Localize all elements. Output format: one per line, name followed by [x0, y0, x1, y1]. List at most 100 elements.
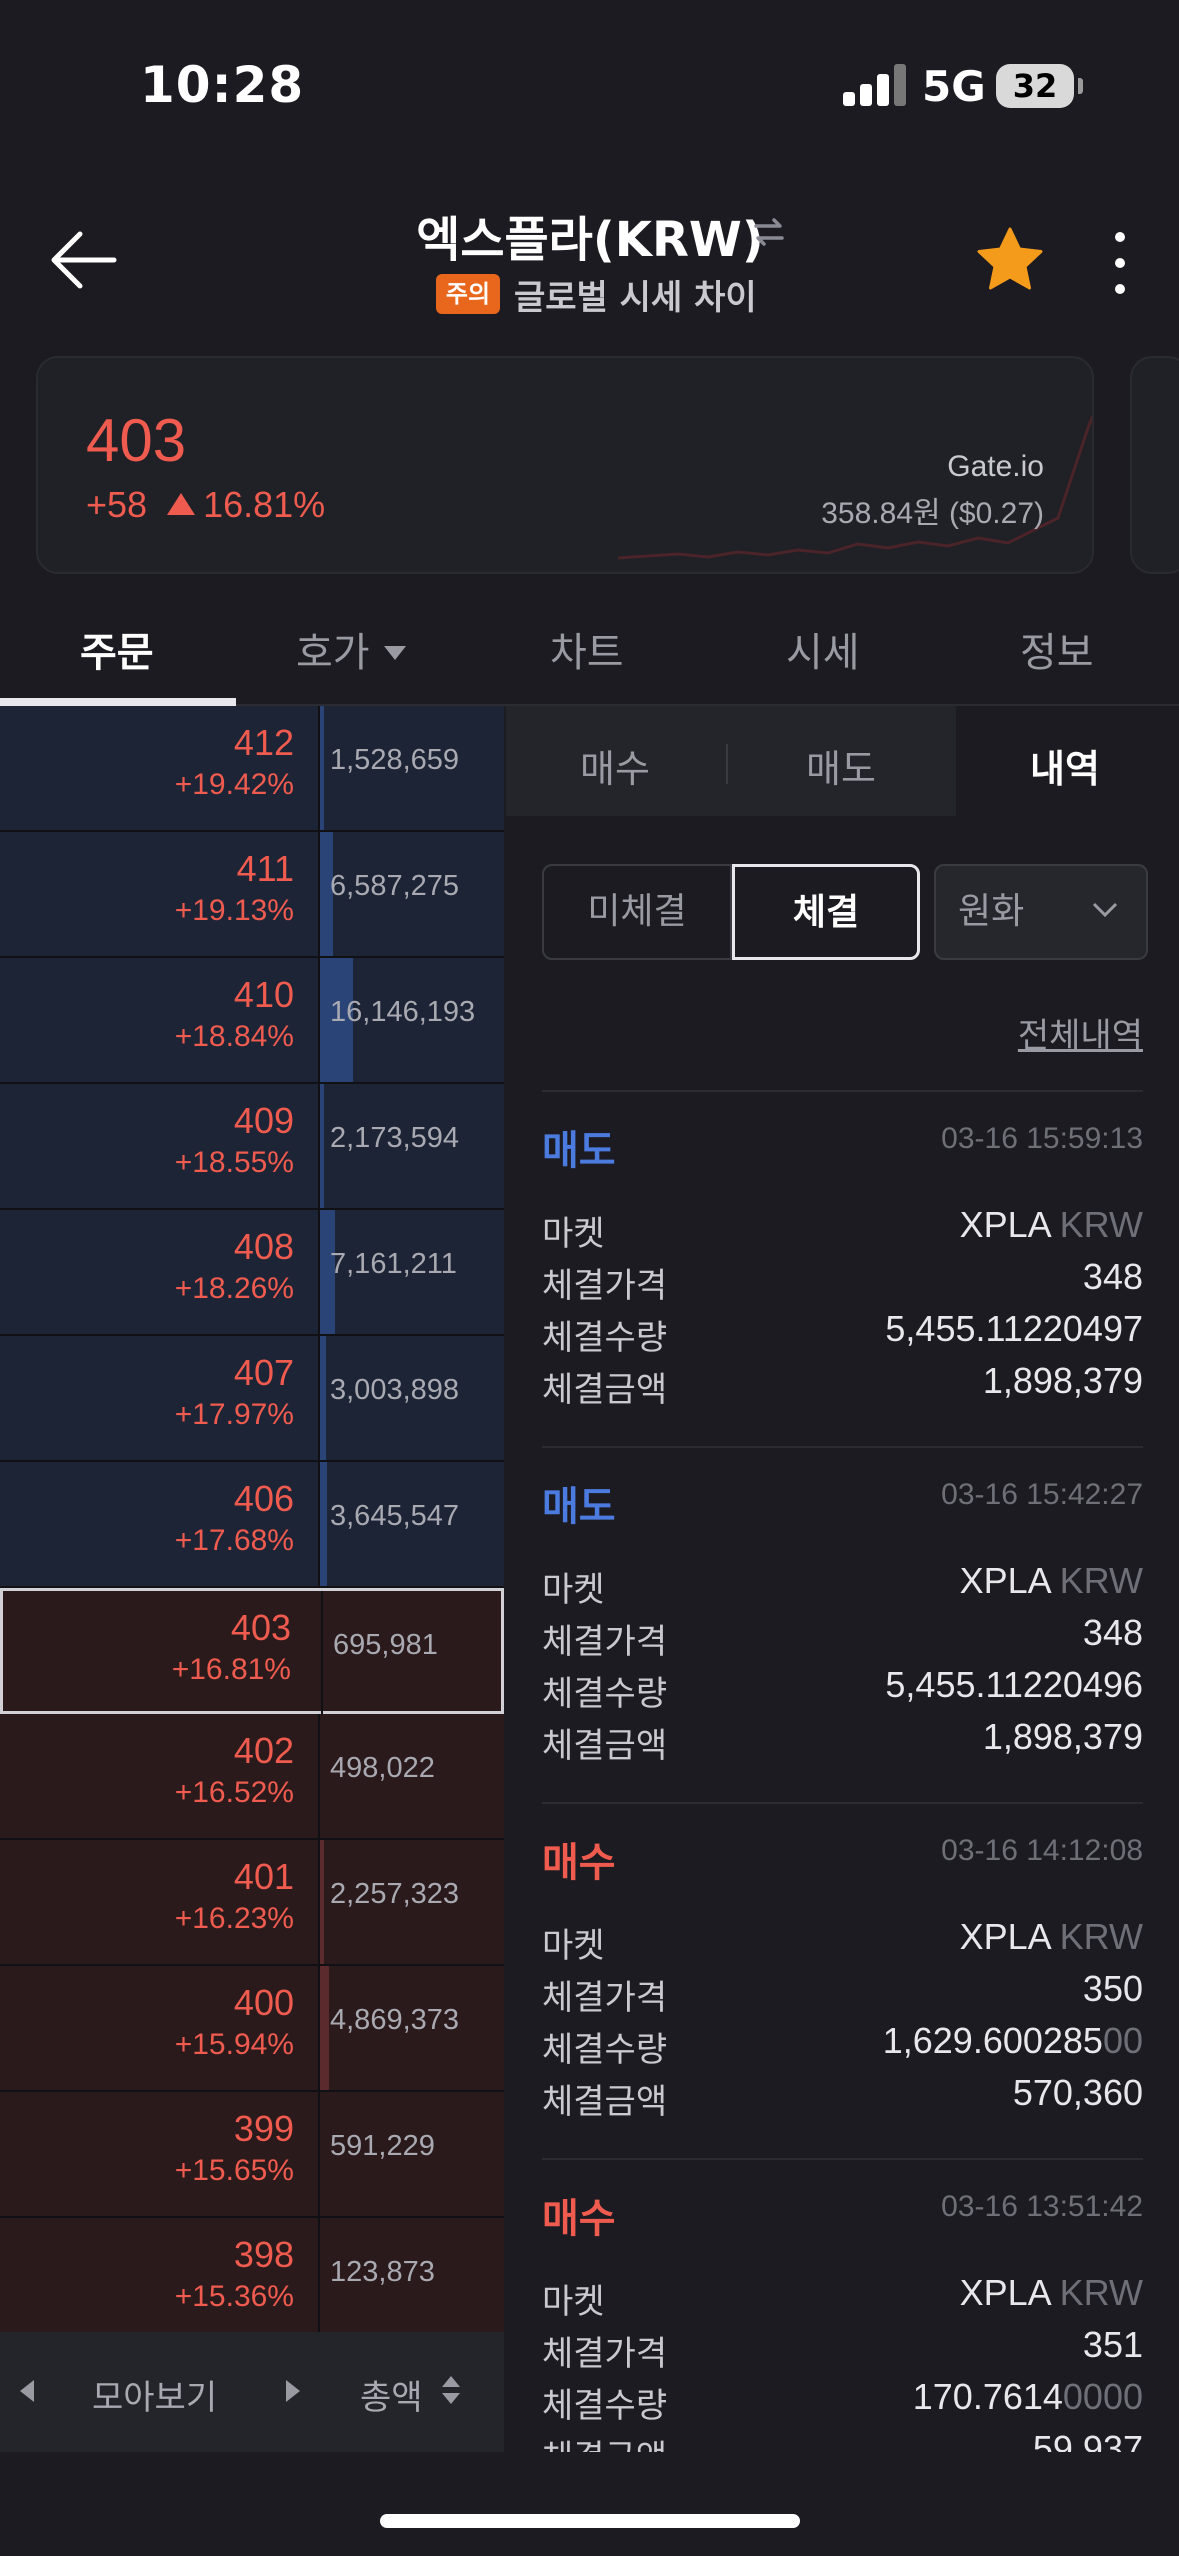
trade-market: XPLA KRW [960, 2272, 1143, 2314]
ref-exchange-price: 358.84원 ($0.27) [821, 497, 1044, 530]
qty-dim: 0000 [1062, 2376, 1143, 2417]
market-title-wrap[interactable]: 엑스플라(KRW) [300, 200, 880, 270]
market-label: 마켓 [542, 1214, 605, 1254]
orderbook-row[interactable]: 400 +15.94% 4,869,373 [0, 1966, 504, 2092]
filter-filled-button[interactable]: 체결 [732, 864, 920, 960]
orderbook-qty: 3,645,547 [330, 1500, 460, 1532]
depth-bar [320, 1462, 328, 1586]
orderbook-qty: 2,173,594 [330, 1122, 460, 1154]
orderbook-row[interactable]: 406 +17.68% 3,645,547 [0, 1462, 504, 1588]
trade-item[interactable]: 매수 03-16 14:12:08 마켓 XPLA KRW 체결가격 350 체결수량 1,6… [542, 1804, 1143, 2160]
trade-price: 348 [1082, 1256, 1143, 1297]
status-time: 10:28 [140, 56, 305, 114]
trade-item[interactable]: 매도 03-16 15:42:27 마켓 XPLA KRW 체결가격 348 체결수량 5,4… [542, 1448, 1143, 1804]
trade-amount: 1,898,379 [982, 1360, 1143, 1401]
orderbook-pct: +18.55% [174, 1146, 294, 1179]
back-arrow-icon[interactable] [48, 228, 118, 292]
currency-select[interactable]: 원화 [934, 864, 1148, 960]
orderbook-pct: +19.13% [174, 894, 294, 927]
orderbook-row[interactable]: 410 +18.84% 16,146,193 [0, 958, 504, 1084]
row-divider [321, 1591, 323, 1715]
star-icon[interactable] [975, 225, 1045, 295]
chevron-left-icon[interactable] [20, 2380, 34, 2402]
amount-label: 체결금액 [542, 2430, 667, 2452]
segment-buy[interactable]: 매수 [580, 738, 650, 793]
orderbook-pct: +16.23% [174, 1902, 294, 1935]
tab-order[interactable]: 주문 [80, 620, 154, 678]
qty-label: 체결수량 [542, 2030, 668, 2070]
trade-qty: 5,455.11220497 [885, 1308, 1143, 1350]
orderbook-price: 406 [233, 1478, 294, 1519]
orderbook-row[interactable]: 399 +15.65% 591,229 [0, 2092, 504, 2218]
next-card-edge[interactable] [1130, 356, 1179, 574]
trade-qty: 170.76140000 [913, 2376, 1143, 2418]
row-divider [318, 832, 320, 956]
row-divider [318, 1210, 320, 1334]
sort-updown-icon[interactable] [440, 2374, 462, 2406]
row-divider [318, 1336, 320, 1460]
orderbook-row[interactable]: 408 +18.26% 7,161,211 [0, 1210, 504, 1336]
orderbook-row[interactable]: 403 +16.81% 695,981 [0, 1588, 504, 1715]
trade-price: 350 [1082, 1968, 1143, 2009]
price-label: 체결가격 [542, 2334, 668, 2374]
status-bar: 10:28 5G 32 [0, 0, 1179, 160]
sort-label[interactable]: 총액 [360, 2370, 423, 2419]
change-abs: +58 [86, 484, 148, 525]
caret-down-icon [383, 646, 406, 660]
orderbook-row[interactable]: 398 +15.36% 123,873 [0, 2218, 504, 2344]
orderbook-price: 408 [233, 1226, 294, 1267]
tab-orderbook[interactable]: 호가 [296, 620, 406, 678]
change-pct: 16.81% [203, 484, 326, 525]
orderbook-row[interactable]: 412 +19.42% 1,528,659 [0, 706, 504, 832]
trade-item[interactable]: 매수 03-16 13:51:42 마켓 XPLA KRW 체결가격 351 체결수량 170… [542, 2160, 1143, 2452]
orderbook-row[interactable]: 409 +18.55% 2,173,594 [0, 1084, 504, 1210]
market-label: 마켓 [542, 1926, 605, 1966]
warning-text[interactable]: 글로벌 시세 차이 [514, 270, 757, 319]
orderbook-price: 411 [236, 848, 294, 889]
order-panel: 매수 매도 내역 미체결 체결 원화 전체내역 매도 03-16 15:59:13… [506, 706, 1179, 2452]
chevron-right-icon[interactable] [286, 2380, 300, 2402]
orderbook-price: 407 [233, 1352, 294, 1393]
tab-quotes[interactable]: 시세 [786, 620, 860, 678]
segment-sell[interactable]: 매도 [806, 738, 876, 793]
orderbook-qty: 695,981 [333, 1629, 438, 1661]
filter-unfilled-button[interactable]: 미체결 [542, 864, 732, 960]
price-card[interactable]: 403 +58 16.81% Gate.io 358.84원 ($0.27) [36, 356, 1094, 574]
orderbook-pct: +18.26% [174, 1272, 294, 1305]
price-label: 체결가격 [542, 1978, 668, 2018]
swap-icon[interactable] [752, 215, 786, 249]
trade-side: 매도 [542, 1128, 616, 1174]
market-base: XPLA [959, 1560, 1050, 1601]
trade-price: 348 [1082, 1612, 1143, 1653]
tab-info[interactable]: 정보 [1020, 620, 1094, 678]
all-history-link[interactable]: 전체내역 [1018, 1008, 1143, 1057]
tab-chart[interactable]: 차트 [550, 620, 624, 678]
qty-label: 체결수량 [542, 1318, 668, 1358]
orderbook-row[interactable]: 411 +19.13% 6,587,275 [0, 832, 504, 958]
orderbook-row[interactable]: 402 +16.52% 498,022 [0, 1714, 504, 1840]
qty-main: 1,629.600285 [882, 2020, 1103, 2061]
orderbook-qty: 6,587,275 [330, 870, 460, 902]
trade-price: 351 [1082, 2324, 1143, 2365]
orderbook-price: 401 [233, 1856, 294, 1897]
orderbook-pct: +18.84% [174, 1020, 294, 1053]
orderbook-qty: 4,869,373 [330, 2004, 460, 2036]
market-title: 엑스플라(KRW) [416, 212, 764, 268]
orderbook-qty: 123,873 [330, 2256, 435, 2288]
trade-side: 매수 [542, 2196, 616, 2242]
trade-item[interactable]: 매도 03-16 15:59:13 마켓 XPLA KRW 체결가격 348 체결수량 5,4… [542, 1092, 1143, 1448]
orderbook-row[interactable]: 407 +17.97% 3,003,898 [0, 1336, 504, 1462]
ref-exchange: Gate.io [947, 450, 1044, 483]
home-indicator [380, 2514, 800, 2528]
market-base: XPLA [959, 1204, 1050, 1245]
row-divider [318, 2092, 320, 2216]
current-price: 403 [86, 407, 187, 474]
trade-qty: 1,629.60028500 [883, 2020, 1143, 2062]
orderbook-pct: +16.52% [174, 1776, 294, 1809]
signal-icon [843, 64, 907, 106]
more-menu-icon[interactable] [1100, 228, 1140, 298]
orderbook-row[interactable]: 401 +16.23% 2,257,323 [0, 1840, 504, 1966]
segment-history[interactable]: 내역 [1030, 738, 1100, 793]
orderbook-pct: +17.68% [174, 1524, 294, 1557]
grouping-label[interactable]: 모아보기 [92, 2370, 217, 2419]
